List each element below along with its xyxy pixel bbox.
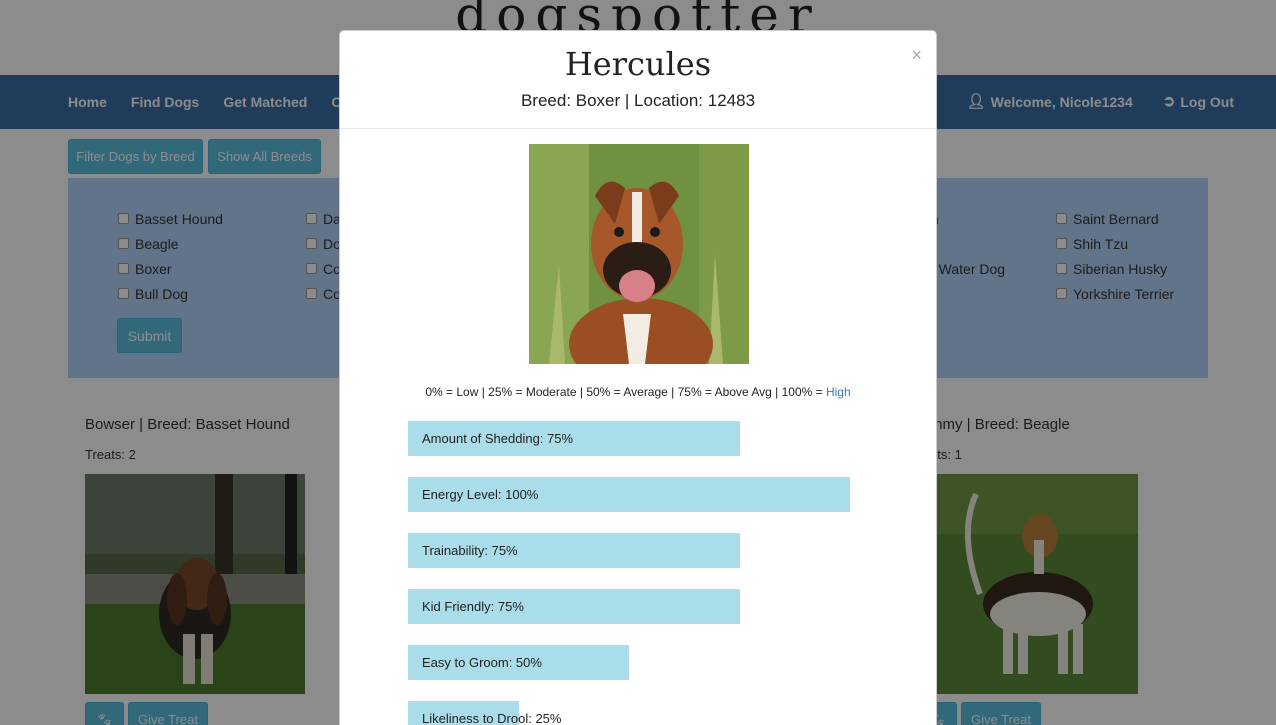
close-icon[interactable]: ×	[911, 45, 922, 66]
trait-bar: Kid Friendly: 75%	[408, 589, 740, 624]
trait-bar: Energy Level: 100%	[408, 477, 850, 512]
trait-label: Energy Level: 100%	[422, 487, 539, 502]
dog-name-title: Hercules	[564, 45, 712, 83]
legend-text: 0% = Low | 25% = Moderate | 50% = Averag…	[425, 385, 826, 399]
trait-label: Easy to Groom: 50%	[422, 655, 542, 670]
modal-header: Hercules Breed: Boxer | Location: 12483 …	[340, 31, 936, 129]
trait-bar: Easy to Groom: 50%	[408, 645, 629, 680]
trait-label: Likeliness to Drool: 25%	[422, 711, 562, 725]
legend-high: High	[825, 385, 851, 399]
trait-bar: Likeliness to Drool: 25%	[408, 701, 561, 725]
trait-label: Amount of Shedding: 75%	[422, 431, 574, 446]
trait-bar: Trainability: 75%	[408, 533, 740, 568]
dog-detail-modal: Hercules Breed: Boxer | Location: 12483 …	[339, 30, 937, 725]
trait-bar: Amount of Shedding: 75%	[408, 421, 740, 456]
trait-label: Trainability: 75%	[422, 543, 518, 558]
trait-label: Kid Friendly: 75%	[422, 599, 524, 614]
rating-legend: 0% = Low | 25% = Moderate | 50% = Averag…	[340, 385, 936, 399]
boxer-photo	[529, 144, 749, 364]
trait-bars: Amount of Shedding: 75% Energy Level: 10…	[408, 421, 850, 725]
dog-breed-location: Breed: Boxer | Location: 12483	[520, 91, 756, 110]
